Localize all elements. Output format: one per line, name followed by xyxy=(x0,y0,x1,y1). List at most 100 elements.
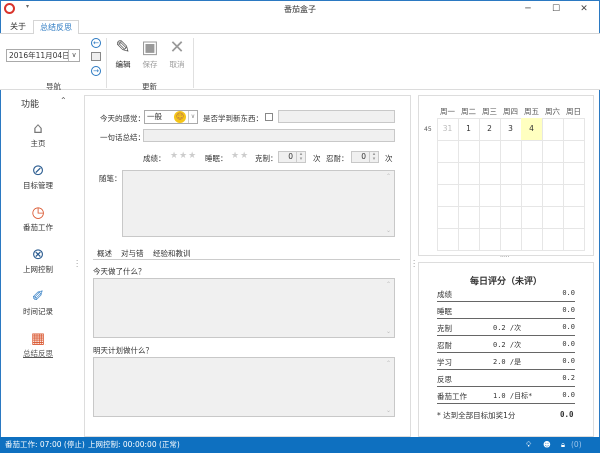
endure-stepper[interactable]: 0 ▴ ▾ xyxy=(351,151,379,163)
sidebar-item-goals[interactable]: ⊘ 目标管理 xyxy=(1,160,75,191)
spin-arrows-icon[interactable]: ▴ ▾ xyxy=(369,152,378,162)
date-picker[interactable]: 2016年11月04日 ∨ xyxy=(6,49,80,62)
splitter-handle[interactable]: · · · xyxy=(76,258,78,271)
score-value: 0.0 xyxy=(562,340,575,348)
calendar-day-cell[interactable]: 3 xyxy=(500,118,522,141)
subtab-lessons[interactable]: 经验和教训 xyxy=(153,248,191,259)
notes-textarea[interactable]: ⌃ ⌄ xyxy=(122,170,395,237)
sidebar-item-internet[interactable]: ⊗ 上网控制 xyxy=(1,244,75,275)
calendar-day-cell[interactable] xyxy=(563,206,585,229)
previous-day-button[interactable]: ← xyxy=(91,38,101,48)
calendar-day-cell[interactable] xyxy=(542,184,564,207)
home-icon: ⌂ xyxy=(33,119,43,137)
endure-value: 0 xyxy=(361,152,366,161)
title-bar: ▾ 番茄盒子 ─ ☐ ✕ xyxy=(0,0,600,18)
calendar-day-cell[interactable] xyxy=(563,162,585,185)
calendar-day-cell[interactable] xyxy=(500,206,522,229)
score-label: 成绩： xyxy=(143,154,166,163)
subtab-right-wrong[interactable]: 对与错 xyxy=(121,248,144,259)
chevron-down-icon[interactable]: ∨ xyxy=(68,50,79,61)
sidebar-item-pomodoro[interactable]: ◷ 番茄工作 xyxy=(1,202,75,233)
calendar-day-cell[interactable] xyxy=(437,162,459,185)
maximize-button[interactable]: ☐ xyxy=(545,2,567,16)
calendar-day-cell[interactable] xyxy=(458,140,480,163)
clock-icon: ◷ xyxy=(31,203,45,221)
subtab-bar: 概述 对与错 经验和教训 xyxy=(93,247,400,260)
restrain-stepper[interactable]: 0 ▴ ▾ xyxy=(278,151,306,163)
calendar-day-cell[interactable] xyxy=(521,162,543,185)
learned-checkbox[interactable] xyxy=(265,113,273,121)
internet-status: 上网控制: 00:00:00 (正常) xyxy=(88,440,180,449)
weekday-header: 周日 xyxy=(566,107,581,116)
calendar-day-cell[interactable] xyxy=(500,228,522,251)
learned-input[interactable] xyxy=(278,110,395,123)
sleep-stars[interactable]: ★★ xyxy=(231,151,249,161)
summary-input[interactable] xyxy=(143,129,395,142)
tab-review[interactable]: 总结反思 xyxy=(33,20,79,35)
minimize-button[interactable]: ─ xyxy=(517,2,539,16)
calendar-day-cell[interactable] xyxy=(500,184,522,207)
calendar-day-cell[interactable] xyxy=(500,162,522,185)
save-disk-icon: ▣ xyxy=(141,37,159,58)
edit-button[interactable]: ✎ 编辑 xyxy=(111,37,135,70)
eye-slash-icon: ⊗ xyxy=(31,245,45,263)
splitter-handle[interactable]: · · · xyxy=(413,258,415,271)
calendar-day-cell[interactable] xyxy=(563,228,585,251)
feeling-select[interactable]: 一般 ☺ ∨ xyxy=(144,110,198,124)
calendar-day-cell[interactable] xyxy=(458,162,480,185)
calendar-day-cell[interactable] xyxy=(542,140,564,163)
subtab-overview[interactable]: 概述 xyxy=(97,248,112,259)
calendar-day-cell[interactable] xyxy=(479,162,501,185)
calendar-day-cell[interactable] xyxy=(479,140,501,163)
calendar-day-cell[interactable] xyxy=(542,162,564,185)
lightbulb-icon[interactable]: 💡︎ xyxy=(526,437,531,453)
next-day-button[interactable]: → xyxy=(91,66,101,76)
sidebar-item-timelog[interactable]: ✐ 时间记录 xyxy=(1,286,75,317)
calendar-day-cell[interactable]: 1 xyxy=(458,118,480,141)
calendar-day-cell[interactable] xyxy=(479,184,501,207)
calendar-day-cell[interactable] xyxy=(563,184,585,207)
sidebar-item-review[interactable]: ▦ 总结反思 xyxy=(1,328,75,359)
save-button[interactable]: ▣ 保存 xyxy=(138,37,162,70)
calendar-day-cell[interactable] xyxy=(479,206,501,229)
mask-icon[interactable]: ☻ xyxy=(543,437,551,453)
tomorrow-textarea[interactable]: ⌃ ⌄ xyxy=(93,357,395,417)
splitter-handle[interactable]: ····· xyxy=(500,254,510,261)
ribbon-tabs: 关于 总结反思 xyxy=(0,18,600,35)
calendar-day-cell[interactable]: 31 xyxy=(437,118,459,141)
calendar-day-cell[interactable] xyxy=(563,140,585,163)
calendar-day-cell[interactable] xyxy=(479,228,501,251)
collapse-chevron-icon[interactable]: ⌃ xyxy=(60,96,67,105)
calendar-day-cell[interactable] xyxy=(542,118,564,141)
calendar-day-cell[interactable] xyxy=(521,140,543,163)
week-number: 45 xyxy=(424,126,432,133)
calendar-day-cell[interactable] xyxy=(437,206,459,229)
calendar-day-cell[interactable] xyxy=(458,184,480,207)
sidebar-item-home[interactable]: ⌂ 主页 xyxy=(1,118,75,149)
calendar-day-cell[interactable] xyxy=(542,228,564,251)
tab-about[interactable]: 关于 xyxy=(4,20,32,35)
close-button[interactable]: ✕ xyxy=(573,2,595,16)
compass-icon: ⊘ xyxy=(31,161,45,179)
calendar-icon[interactable] xyxy=(91,52,101,61)
calendar-day-cell[interactable] xyxy=(521,206,543,229)
cancel-button[interactable]: ✕ 取消 xyxy=(165,37,189,70)
calendar-day-cell[interactable]: 4 xyxy=(521,118,543,141)
calendar-day-cell[interactable] xyxy=(437,228,459,251)
lock-icon[interactable]: 🔒︎ xyxy=(561,437,565,453)
calendar-day-cell[interactable] xyxy=(542,206,564,229)
divider xyxy=(106,38,107,88)
score-stars[interactable]: ★★★ xyxy=(170,151,197,161)
calendar-day-cell[interactable] xyxy=(437,140,459,163)
spin-arrows-icon[interactable]: ▴ ▾ xyxy=(296,152,305,162)
calendar-day-cell[interactable] xyxy=(458,228,480,251)
score-row: 反思 0.2 xyxy=(437,370,575,387)
calendar-day-cell[interactable] xyxy=(521,184,543,207)
today-textarea[interactable]: ⌃ ⌄ xyxy=(93,278,395,338)
calendar-day-cell[interactable] xyxy=(458,206,480,229)
calendar-day-cell[interactable] xyxy=(521,228,543,251)
calendar-day-cell[interactable] xyxy=(563,118,585,141)
calendar-day-cell[interactable]: 2 xyxy=(479,118,501,141)
calendar-day-cell[interactable] xyxy=(500,140,522,163)
calendar-day-cell[interactable] xyxy=(437,184,459,207)
